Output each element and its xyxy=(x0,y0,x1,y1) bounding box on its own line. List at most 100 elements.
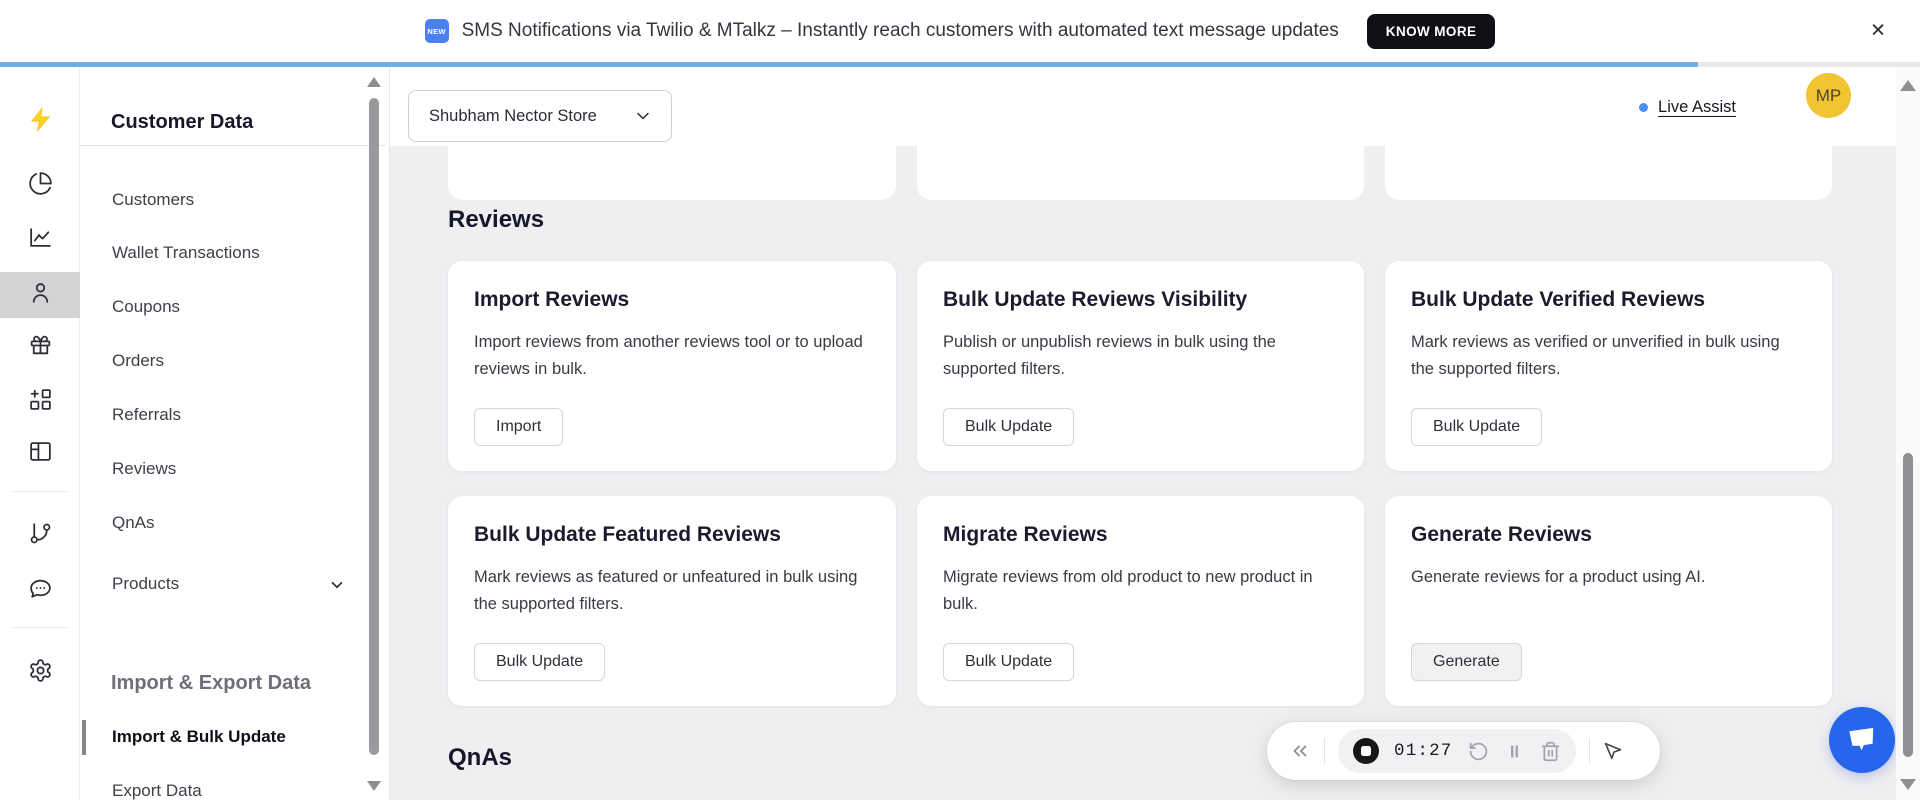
active-item-indicator xyxy=(82,720,86,755)
restart-recording-button[interactable] xyxy=(1468,741,1489,762)
pause-icon xyxy=(1510,744,1518,758)
recording-toolbar: 01:27 xyxy=(1267,722,1660,780)
card-bulk-update-featured-reviews: Bulk Update Featured Reviews Mark review… xyxy=(448,496,896,706)
section-title-reviews: Reviews xyxy=(448,206,545,233)
bulk-update-verified-button[interactable]: Bulk Update xyxy=(1411,408,1543,446)
rail-item-reports[interactable] xyxy=(0,217,80,263)
toolbar-divider xyxy=(1588,738,1590,764)
line-chart-icon xyxy=(28,225,53,255)
card-migrate-reviews: Migrate Reviews Migrate reviews from old… xyxy=(917,496,1364,706)
delete-recording-button[interactable] xyxy=(1540,741,1561,762)
rail-item-widgets[interactable] xyxy=(0,379,80,425)
generate-button[interactable]: Generate xyxy=(1411,643,1522,681)
card-description: Migrate reviews from old product to new … xyxy=(943,568,1313,613)
bulk-update-featured-button[interactable]: Bulk Update xyxy=(474,643,606,681)
lightning-logo-icon xyxy=(28,106,53,137)
git-branch-icon xyxy=(28,521,53,551)
card-title: Bulk Update Featured Reviews xyxy=(474,523,781,546)
card-bulk-update-reviews-visibility: Bulk Update Reviews Visibility Publish o… xyxy=(917,261,1364,471)
know-more-button[interactable]: KNOW MORE xyxy=(1366,13,1496,49)
layout-icon xyxy=(28,439,53,469)
cursor-mode-button[interactable] xyxy=(1603,741,1624,762)
chevron-down-icon xyxy=(637,112,649,120)
sidebar-item-export-data[interactable]: Export Data xyxy=(112,779,202,800)
live-assist-link[interactable]: Live Assist xyxy=(1639,95,1736,119)
scroll-down-arrow[interactable] xyxy=(1900,779,1916,790)
rail-item-analytics[interactable] xyxy=(0,163,80,209)
sidebar-item-coupons[interactable]: Coupons xyxy=(112,295,180,319)
card-title: Generate Reviews xyxy=(1411,523,1592,546)
chat-widget-button[interactable] xyxy=(1829,707,1895,773)
card-import-reviews: Import Reviews Import reviews from anoth… xyxy=(448,261,896,471)
user-icon xyxy=(28,280,53,310)
rail-item-settings[interactable] xyxy=(0,650,80,696)
partial-card xyxy=(1385,146,1832,200)
app-logo[interactable] xyxy=(0,99,80,145)
card-bulk-update-verified-reviews: Bulk Update Verified Reviews Mark review… xyxy=(1385,261,1832,471)
live-assist-label: Live Assist xyxy=(1658,97,1736,116)
rail-item-integrations[interactable] xyxy=(0,513,80,559)
card-title: Bulk Update Reviews Visibility xyxy=(943,288,1248,311)
sidebar-scrollbar-thumb[interactable] xyxy=(369,98,379,755)
store-selector-dropdown[interactable]: Shubham Nector Store xyxy=(408,90,672,142)
sidebar-item-referrals[interactable]: Referrals xyxy=(112,403,181,427)
partial-card xyxy=(448,146,896,200)
chevron-down-icon xyxy=(328,576,346,599)
gift-icon xyxy=(28,333,53,363)
rail-item-messages[interactable] xyxy=(0,568,80,614)
toolbar-divider xyxy=(1324,738,1325,764)
sidebar-item-reviews[interactable]: Reviews xyxy=(112,457,176,481)
app-frame: Customer Data Customers Wallet Transacti… xyxy=(0,67,1920,800)
scroll-up-arrow[interactable] xyxy=(1900,80,1916,91)
sidebar-item-products[interactable]: Products xyxy=(112,572,179,596)
import-button[interactable]: Import xyxy=(474,408,564,446)
rail-divider xyxy=(12,491,68,492)
store-selector-value: Shubham Nector Store xyxy=(429,106,597,125)
rail-item-customers[interactable] xyxy=(0,272,80,318)
migrate-bulk-update-button[interactable]: Bulk Update xyxy=(943,643,1075,681)
cursor-icon xyxy=(1604,742,1621,759)
card-title: Import Reviews xyxy=(474,288,630,311)
recording-controls-group: 01:27 xyxy=(1338,729,1576,773)
card-description: Mark reviews as verified or unverified i… xyxy=(1411,333,1780,378)
widgets-icon xyxy=(28,387,53,417)
pause-recording-button[interactable] xyxy=(1504,741,1525,762)
card-generate-reviews: Generate Reviews Generate reviews for a … xyxy=(1385,496,1832,706)
chat-icon xyxy=(28,576,53,606)
recording-timer: 01:27 xyxy=(1394,741,1453,761)
partial-card xyxy=(917,146,1364,200)
sidebar-item-orders[interactable]: Orders xyxy=(112,349,164,373)
stop-record-button[interactable] xyxy=(1353,738,1379,764)
card-description: Import reviews from another reviews tool… xyxy=(474,333,863,378)
card-description: Publish or unpublish reviews in bulk usi… xyxy=(943,333,1276,378)
section-title-qnas: QnAs xyxy=(448,744,513,771)
card-title: Migrate Reviews xyxy=(943,523,1108,546)
rail-item-layout[interactable] xyxy=(0,431,80,477)
banner-message: SMS Notifications via Twilio & MTalkz – … xyxy=(461,20,1339,41)
sidebar-section-title-import-export: Import & Export Data xyxy=(111,672,312,694)
sidebar-item-wallet-transactions[interactable]: Wallet Transactions xyxy=(112,241,260,265)
bulk-update-visibility-button[interactable]: Bulk Update xyxy=(943,408,1075,446)
sidebar-scroll-down-arrow[interactable] xyxy=(367,781,381,791)
card-description: Generate reviews for a product using AI. xyxy=(1411,568,1706,586)
icon-rail xyxy=(0,67,80,800)
sidebar-scroll-up-arrow[interactable] xyxy=(367,77,381,87)
sidebar-item-customers[interactable]: Customers xyxy=(112,188,194,212)
card-description: Mark reviews as featured or unfeatured i… xyxy=(474,568,858,613)
main-content: Shubham Nector Store Live Assist MP Revi… xyxy=(390,67,1896,800)
sidebar-item-import-bulk-update[interactable]: Import & Bulk Update xyxy=(112,725,286,749)
collapse-left-icon[interactable] xyxy=(1289,740,1311,762)
sidebar-section-title-customer-data: Customer Data xyxy=(111,111,254,133)
restart-icon xyxy=(1469,742,1487,760)
page-scrollbar xyxy=(1896,67,1920,800)
promo-banner: NEW SMS Notifications via Twilio & MTalk… xyxy=(0,0,1920,62)
avatar[interactable]: MP xyxy=(1806,73,1851,118)
rail-item-rewards[interactable] xyxy=(0,325,80,371)
sidebar-divider xyxy=(80,145,385,146)
trash-icon xyxy=(1541,741,1559,761)
main-header: Shubham Nector Store Live Assist MP xyxy=(390,67,1896,146)
banner-close-icon[interactable]: ✕ xyxy=(1870,20,1886,43)
scrollbar-thumb[interactable] xyxy=(1903,453,1913,757)
new-badge-icon: NEW xyxy=(424,19,449,43)
sidebar-item-qnas[interactable]: QnAs xyxy=(112,511,155,535)
